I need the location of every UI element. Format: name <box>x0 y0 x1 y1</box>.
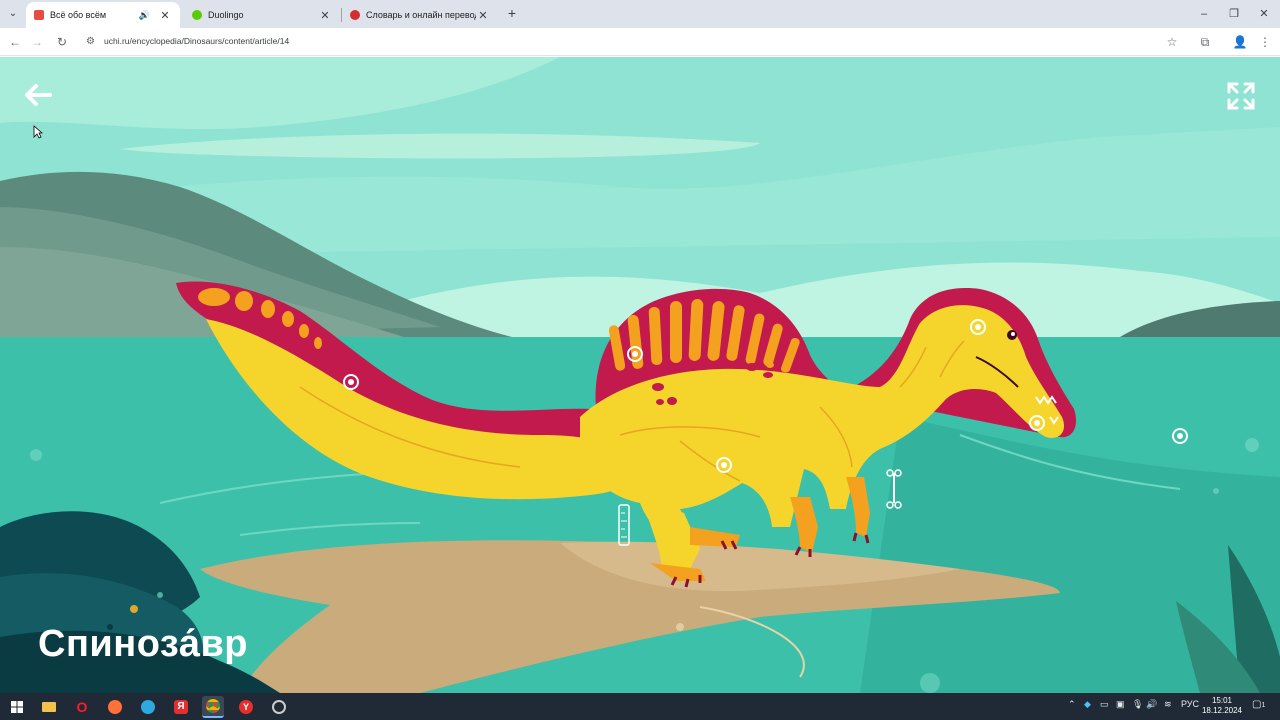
tray-battery-icon[interactable]: ▭ <box>1100 699 1109 710</box>
hotspot-sail[interactable] <box>627 346 643 362</box>
tab-strip: ⌄ Всё обо всём 🔊 ✕ Duolingo ✕ Словарь и … <box>0 0 1280 28</box>
reload-button[interactable]: ↻ <box>53 33 71 51</box>
opera-icon[interactable]: O <box>71 696 93 718</box>
firefox-icon[interactable] <box>104 696 126 718</box>
edge-icon[interactable] <box>137 696 159 718</box>
clock-date: 18.12.2024 <box>1201 706 1243 715</box>
profile-icon[interactable]: 👤 <box>1231 33 1249 51</box>
file-explorer-icon[interactable] <box>38 696 60 718</box>
tray-microphone-icon[interactable]: 🎙 <box>1132 699 1143 710</box>
clock-time: 15:01 <box>1211 696 1233 705</box>
hotspot-water[interactable] <box>1172 428 1188 444</box>
hotspot-body[interactable] <box>716 457 732 473</box>
bookmark-star-icon[interactable]: ☆ <box>1163 33 1181 51</box>
uchi-favicon-icon <box>34 10 44 20</box>
duolingo-favicon-icon <box>192 10 202 20</box>
language-indicator[interactable]: РУС <box>1181 699 1199 709</box>
url-text[interactable]: uchi.ru/encyclopedia/Dinosaurs/content/a… <box>104 36 289 46</box>
site-info-icon[interactable]: ⚙ <box>86 35 98 49</box>
windows-start-icon[interactable] <box>6 696 28 718</box>
dictionary-favicon-icon <box>350 10 360 20</box>
tray-volume-icon[interactable]: 🔊 <box>1146 699 1157 710</box>
tray-device-icon[interactable]: ▣ <box>1116 699 1125 710</box>
chrome-icon[interactable] <box>202 696 224 718</box>
new-tab-button[interactable]: + <box>504 5 520 21</box>
notifications-icon[interactable]: ▢1 <box>1252 699 1265 710</box>
tray-telegram-icon[interactable]: ◆ <box>1084 699 1091 710</box>
spinosaurus-scene <box>0 57 1280 693</box>
yandex-icon[interactable]: Y <box>235 696 257 718</box>
restore-button[interactable]: ❐ <box>1218 0 1250 28</box>
close-tab-icon[interactable]: ✕ <box>318 9 332 22</box>
tab-title: Словарь и онлайн перевод на <box>366 10 476 20</box>
close-tab-icon[interactable]: ✕ <box>158 9 172 22</box>
mouse-cursor-icon <box>33 125 43 139</box>
back-arrow-icon[interactable] <box>22 83 52 107</box>
minimize-button[interactable]: – <box>1188 0 1220 28</box>
tray-chevron-icon[interactable]: ⌃ <box>1068 699 1076 710</box>
extensions-icon[interactable]: ⧉ <box>1196 33 1214 51</box>
tab-slovar[interactable]: Словарь и онлайн перевод на ✕ <box>342 2 498 28</box>
tray-wifi-icon[interactable]: ≋ <box>1164 699 1172 710</box>
hotspot-tail[interactable] <box>343 374 359 390</box>
tab-search-icon[interactable]: ⌄ <box>4 6 22 22</box>
address-bar[interactable]: ⚙ uchi.ru/encyclopedia/Dinosaurs/content… <box>80 31 1190 53</box>
tab-title: Всё обо всём <box>50 10 107 20</box>
menu-icon[interactable]: ⋮ <box>1256 33 1274 51</box>
back-button[interactable]: ← <box>6 33 24 51</box>
dinosaur-title: Спиноза́вр <box>38 623 249 665</box>
recording-app-icon[interactable] <box>268 696 290 718</box>
close-tab-icon[interactable]: ✕ <box>476 9 490 22</box>
speaker-icon[interactable]: 🔊 <box>139 10 150 21</box>
tab-vse-obo-vsem[interactable]: Всё обо всём 🔊 ✕ <box>26 2 180 28</box>
hotspot-head[interactable] <box>970 319 986 335</box>
yandex-browser-icon[interactable]: Я <box>170 696 192 718</box>
tab-duolingo[interactable]: Duolingo ✕ <box>184 2 340 28</box>
tab-title: Duolingo <box>208 10 244 20</box>
notification-count: 1 <box>1261 702 1266 709</box>
close-window-button[interactable]: ✕ <box>1248 0 1280 28</box>
forward-button[interactable]: → <box>28 33 46 51</box>
system-clock[interactable]: 15:01 18.12.2024 <box>1200 696 1244 716</box>
taskbar: O Я Y ⌃ ◆ ▭ ▣ 🎙 🔊 ≋ РУС 15:01 18.12.2024… <box>0 693 1280 720</box>
hotspot-jaw[interactable] <box>1029 415 1045 431</box>
fullscreen-icon[interactable] <box>1226 81 1256 111</box>
encyclopedia-article: Спиноза́вр <box>0 57 1280 693</box>
browser-toolbar: ← → ↻ ⚙ uchi.ru/encyclopedia/Dinosaurs/c… <box>0 28 1280 56</box>
